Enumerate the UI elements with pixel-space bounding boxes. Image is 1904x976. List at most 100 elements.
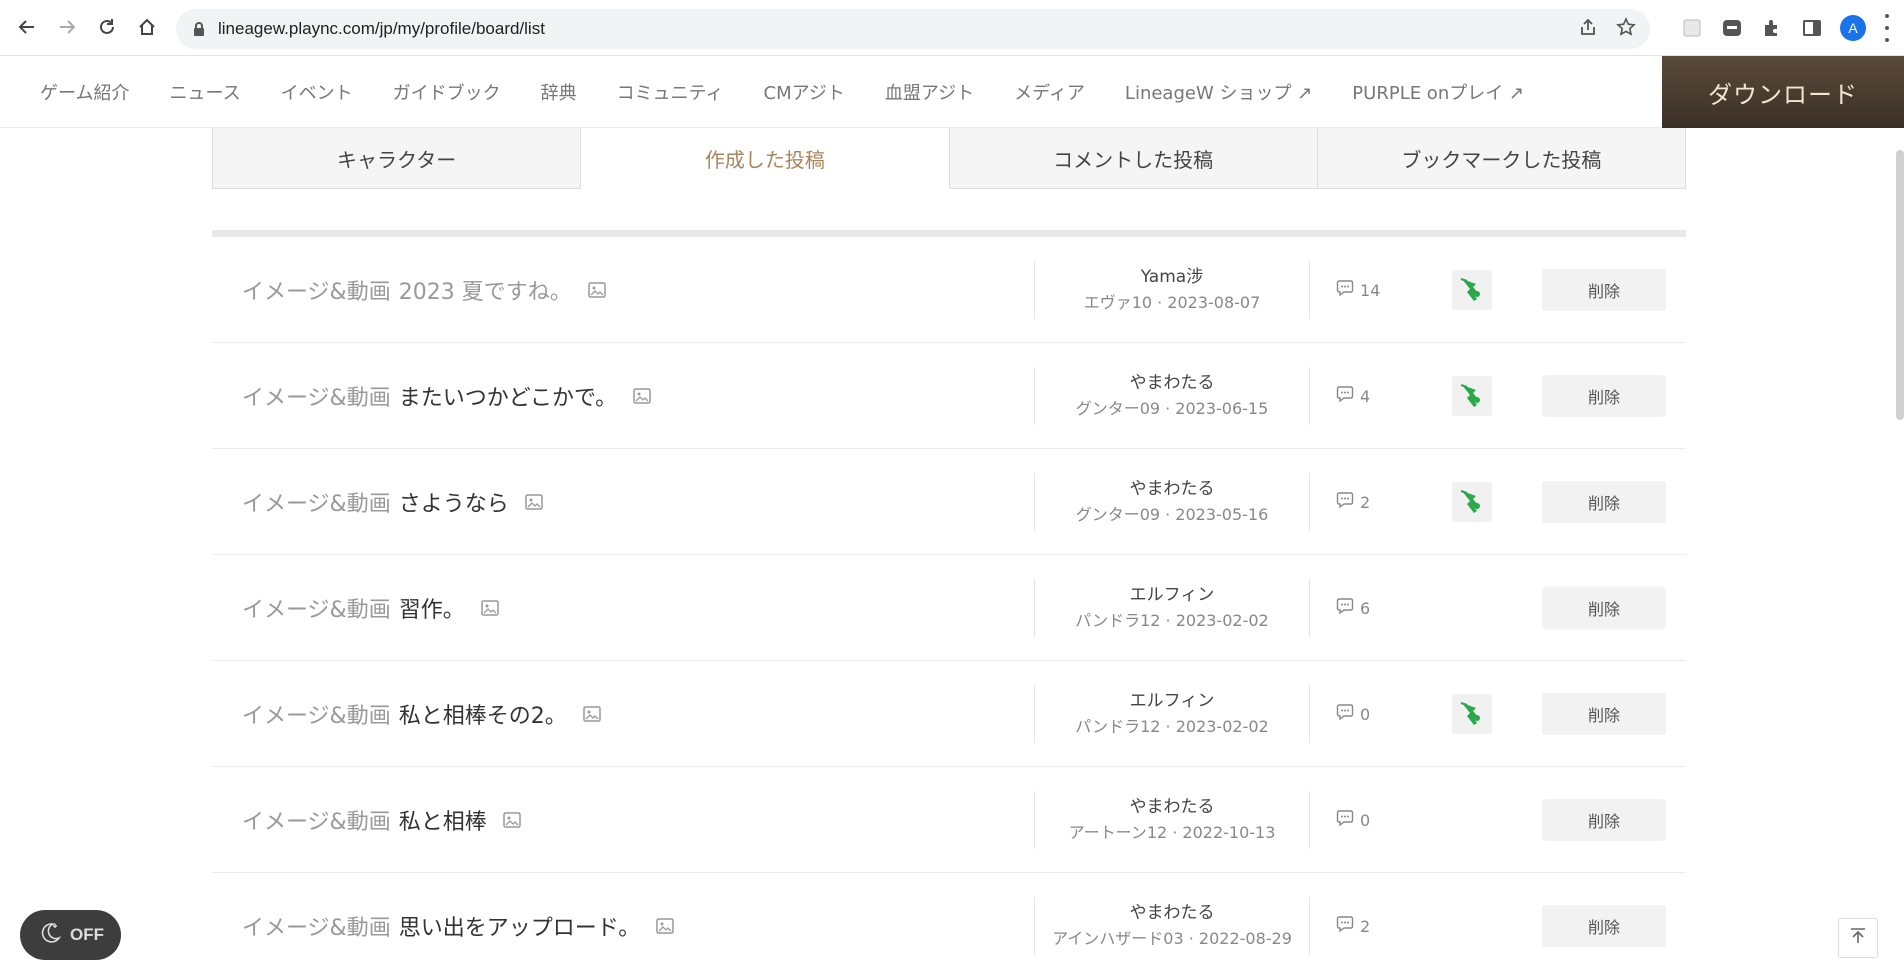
comment-count: 14 [1336, 237, 1380, 343]
post-title-link[interactable]: イメージ&動画 思い出をアップロード。 [242, 873, 675, 976]
nav-item-event[interactable]: イベント [281, 79, 353, 105]
post-row[interactable]: イメージ&動画 またいつかどこかで。 やまわたる グンター09 · 2023-0… [212, 343, 1686, 449]
post-row[interactable]: イメージ&動画 私と相棒その2。 エルフィン パンドラ12 · 2023-02-… [212, 661, 1686, 767]
post-row[interactable]: イメージ&動画 さようなら やまわたる グンター09 · 2023-05-16 … [212, 449, 1686, 555]
column-divider [1309, 261, 1310, 319]
author-name: Yama涉 [1140, 267, 1204, 287]
nav-item-purple[interactable]: PURPLE onプレイ ↗ [1352, 79, 1524, 105]
column-divider [1309, 367, 1310, 425]
post-title-link[interactable]: イメージ&動画 習作。 [242, 555, 499, 661]
scroll-to-top-button[interactable] [1838, 918, 1878, 958]
home-icon[interactable] [132, 12, 162, 42]
post-title-link[interactable]: イメージ&動画 私と相棒 [242, 767, 521, 873]
back-icon[interactable] [12, 12, 42, 42]
post-category: イメージ&動画 [242, 598, 391, 623]
tab-created-posts[interactable]: 作成した投稿 [581, 128, 950, 189]
post-title: 2023 夏ですね。 [398, 280, 572, 305]
comment-count: 2 [1336, 873, 1370, 976]
comment-icon [1336, 491, 1354, 513]
nav-item-cm-ajito[interactable]: CMアジト [764, 79, 845, 105]
profile-tabs: キャラクター 作成した投稿 コメントした投稿 ブックマークした投稿 [212, 128, 1686, 189]
nav-item-clan-ajito[interactable]: 血盟アジト [885, 79, 974, 105]
author-info: Yama涉 エヴァ10 · 2023-08-07 [1035, 237, 1309, 343]
chat-extension-icon[interactable] [1720, 16, 1744, 40]
moon-icon [38, 921, 62, 950]
post-title: 私と相棒その2。 [398, 704, 567, 729]
nav-item-guidebook[interactable]: ガイドブック [393, 79, 501, 105]
address-bar[interactable]: lineagew.plaync.com/jp/my/profile/board/… [176, 9, 1650, 49]
delete-button[interactable]: 削除 [1542, 799, 1666, 841]
puzzle-icon[interactable] [1760, 16, 1784, 40]
comment-icon [1336, 597, 1354, 619]
extension-box-icon[interactable] [1680, 16, 1704, 40]
tab-character[interactable]: キャラクター [212, 128, 582, 189]
image-attachment-icon [480, 600, 499, 616]
delete-button[interactable]: 削除 [1542, 587, 1666, 629]
column-divider [1309, 897, 1310, 955]
delete-button[interactable]: 削除 [1542, 269, 1666, 311]
post-title: またいつかどこかで。 [398, 386, 618, 411]
page-scrollbar[interactable] [1896, 150, 1904, 420]
bookmark-star-icon[interactable] [1616, 17, 1636, 41]
comment-number: 6 [1360, 598, 1371, 618]
reload-icon[interactable] [92, 12, 122, 42]
download-button[interactable]: ダウンロード [1662, 56, 1904, 128]
comment-icon [1336, 703, 1354, 725]
arrow-up-icon [1848, 926, 1868, 950]
author-info: やまわたる アインハザード03 · 2022-08-29 [1035, 873, 1309, 976]
server-date: エヴァ10 · 2023-08-07 [1083, 293, 1261, 312]
author-name: エルフィン [1129, 585, 1215, 605]
delete-button[interactable]: 削除 [1542, 905, 1666, 947]
comment-number: 0 [1360, 704, 1371, 724]
author-info: やまわたる グンター09 · 2023-05-16 [1035, 449, 1309, 555]
nav-item-news[interactable]: ニュース [169, 79, 240, 105]
delete-button[interactable]: 削除 [1542, 693, 1666, 735]
nav-item-game-intro[interactable]: ゲーム紹介 [40, 79, 129, 105]
nav-item-community[interactable]: コミュニティ [617, 79, 724, 105]
post-title-link[interactable]: イメージ&動画 私と相棒その2。 [242, 661, 601, 767]
post-row[interactable]: イメージ&動画 2023 夏ですね。 Yama涉 エヴァ10 · 2023-08… [212, 237, 1686, 343]
tab-commented-posts[interactable]: コメントした投稿 [949, 128, 1318, 189]
column-divider [1309, 791, 1310, 849]
post-row[interactable]: イメージ&動画 習作。 エルフィン パンドラ12 · 2023-02-02 6 … [212, 555, 1686, 661]
post-category: イメージ&動画 [242, 916, 391, 941]
post-title-link[interactable]: イメージ&動画 またいつかどこかで。 [242, 343, 651, 449]
forward-icon[interactable] [52, 12, 82, 42]
image-attachment-icon [524, 494, 543, 510]
comment-count: 0 [1336, 661, 1370, 767]
profile-avatar[interactable]: A [1840, 15, 1866, 41]
tab-bookmarked-posts[interactable]: ブックマークした投稿 [1317, 128, 1686, 189]
dark-mode-toggle[interactable]: OFF [20, 910, 121, 960]
post-row[interactable]: イメージ&動画 思い出をアップロード。 やまわたる アインハザード03 · 20… [212, 873, 1686, 976]
nav-item-media[interactable]: メディア [1014, 79, 1085, 105]
server-date: グンター09 · 2023-05-16 [1075, 505, 1269, 524]
server-date: アートーン12 · 2022-10-13 [1068, 823, 1276, 842]
featured-badge-icon [1452, 270, 1492, 310]
post-title-link[interactable]: イメージ&動画 2023 夏ですね。 [242, 237, 606, 343]
author-info: エルフィン パンドラ12 · 2023-02-02 [1035, 661, 1309, 767]
image-attachment-icon [582, 706, 601, 722]
delete-button[interactable]: 削除 [1542, 375, 1666, 417]
post-row[interactable]: イメージ&動画 私と相棒 やまわたる アートーン12 · 2022-10-13 … [212, 767, 1686, 873]
author-info: やまわたる アートーン12 · 2022-10-13 [1035, 767, 1309, 873]
post-list: イメージ&動画 2023 夏ですね。 Yama涉 エヴァ10 · 2023-08… [212, 237, 1686, 976]
list-divider [212, 230, 1686, 237]
post-title-link[interactable]: イメージ&動画 さようなら [242, 449, 543, 555]
site-nav: ゲーム紹介 ニュース イベント ガイドブック 辞典 コミュニティ CMアジト 血… [0, 56, 1904, 128]
post-category: イメージ&動画 [242, 704, 391, 729]
author-info: やまわたる グンター09 · 2023-06-15 [1035, 343, 1309, 449]
delete-button[interactable]: 削除 [1542, 481, 1666, 523]
url-text: lineagew.plaync.com/jp/my/profile/board/… [218, 19, 545, 38]
nav-item-dictionary[interactable]: 辞典 [541, 79, 577, 105]
author-name: エルフィン [1129, 691, 1215, 711]
comment-number: 4 [1360, 386, 1371, 406]
lock-icon [192, 21, 206, 41]
dark-mode-label: OFF [70, 925, 104, 944]
post-category: イメージ&動画 [242, 280, 391, 305]
image-attachment-icon [656, 918, 675, 934]
share-icon[interactable] [1578, 17, 1598, 41]
nav-item-shop[interactable]: LineageW ショップ ↗ [1125, 79, 1312, 105]
menu-dots-icon[interactable] [1884, 14, 1890, 42]
sidepanel-icon[interactable] [1800, 16, 1824, 40]
post-title: さようなら [398, 492, 509, 517]
